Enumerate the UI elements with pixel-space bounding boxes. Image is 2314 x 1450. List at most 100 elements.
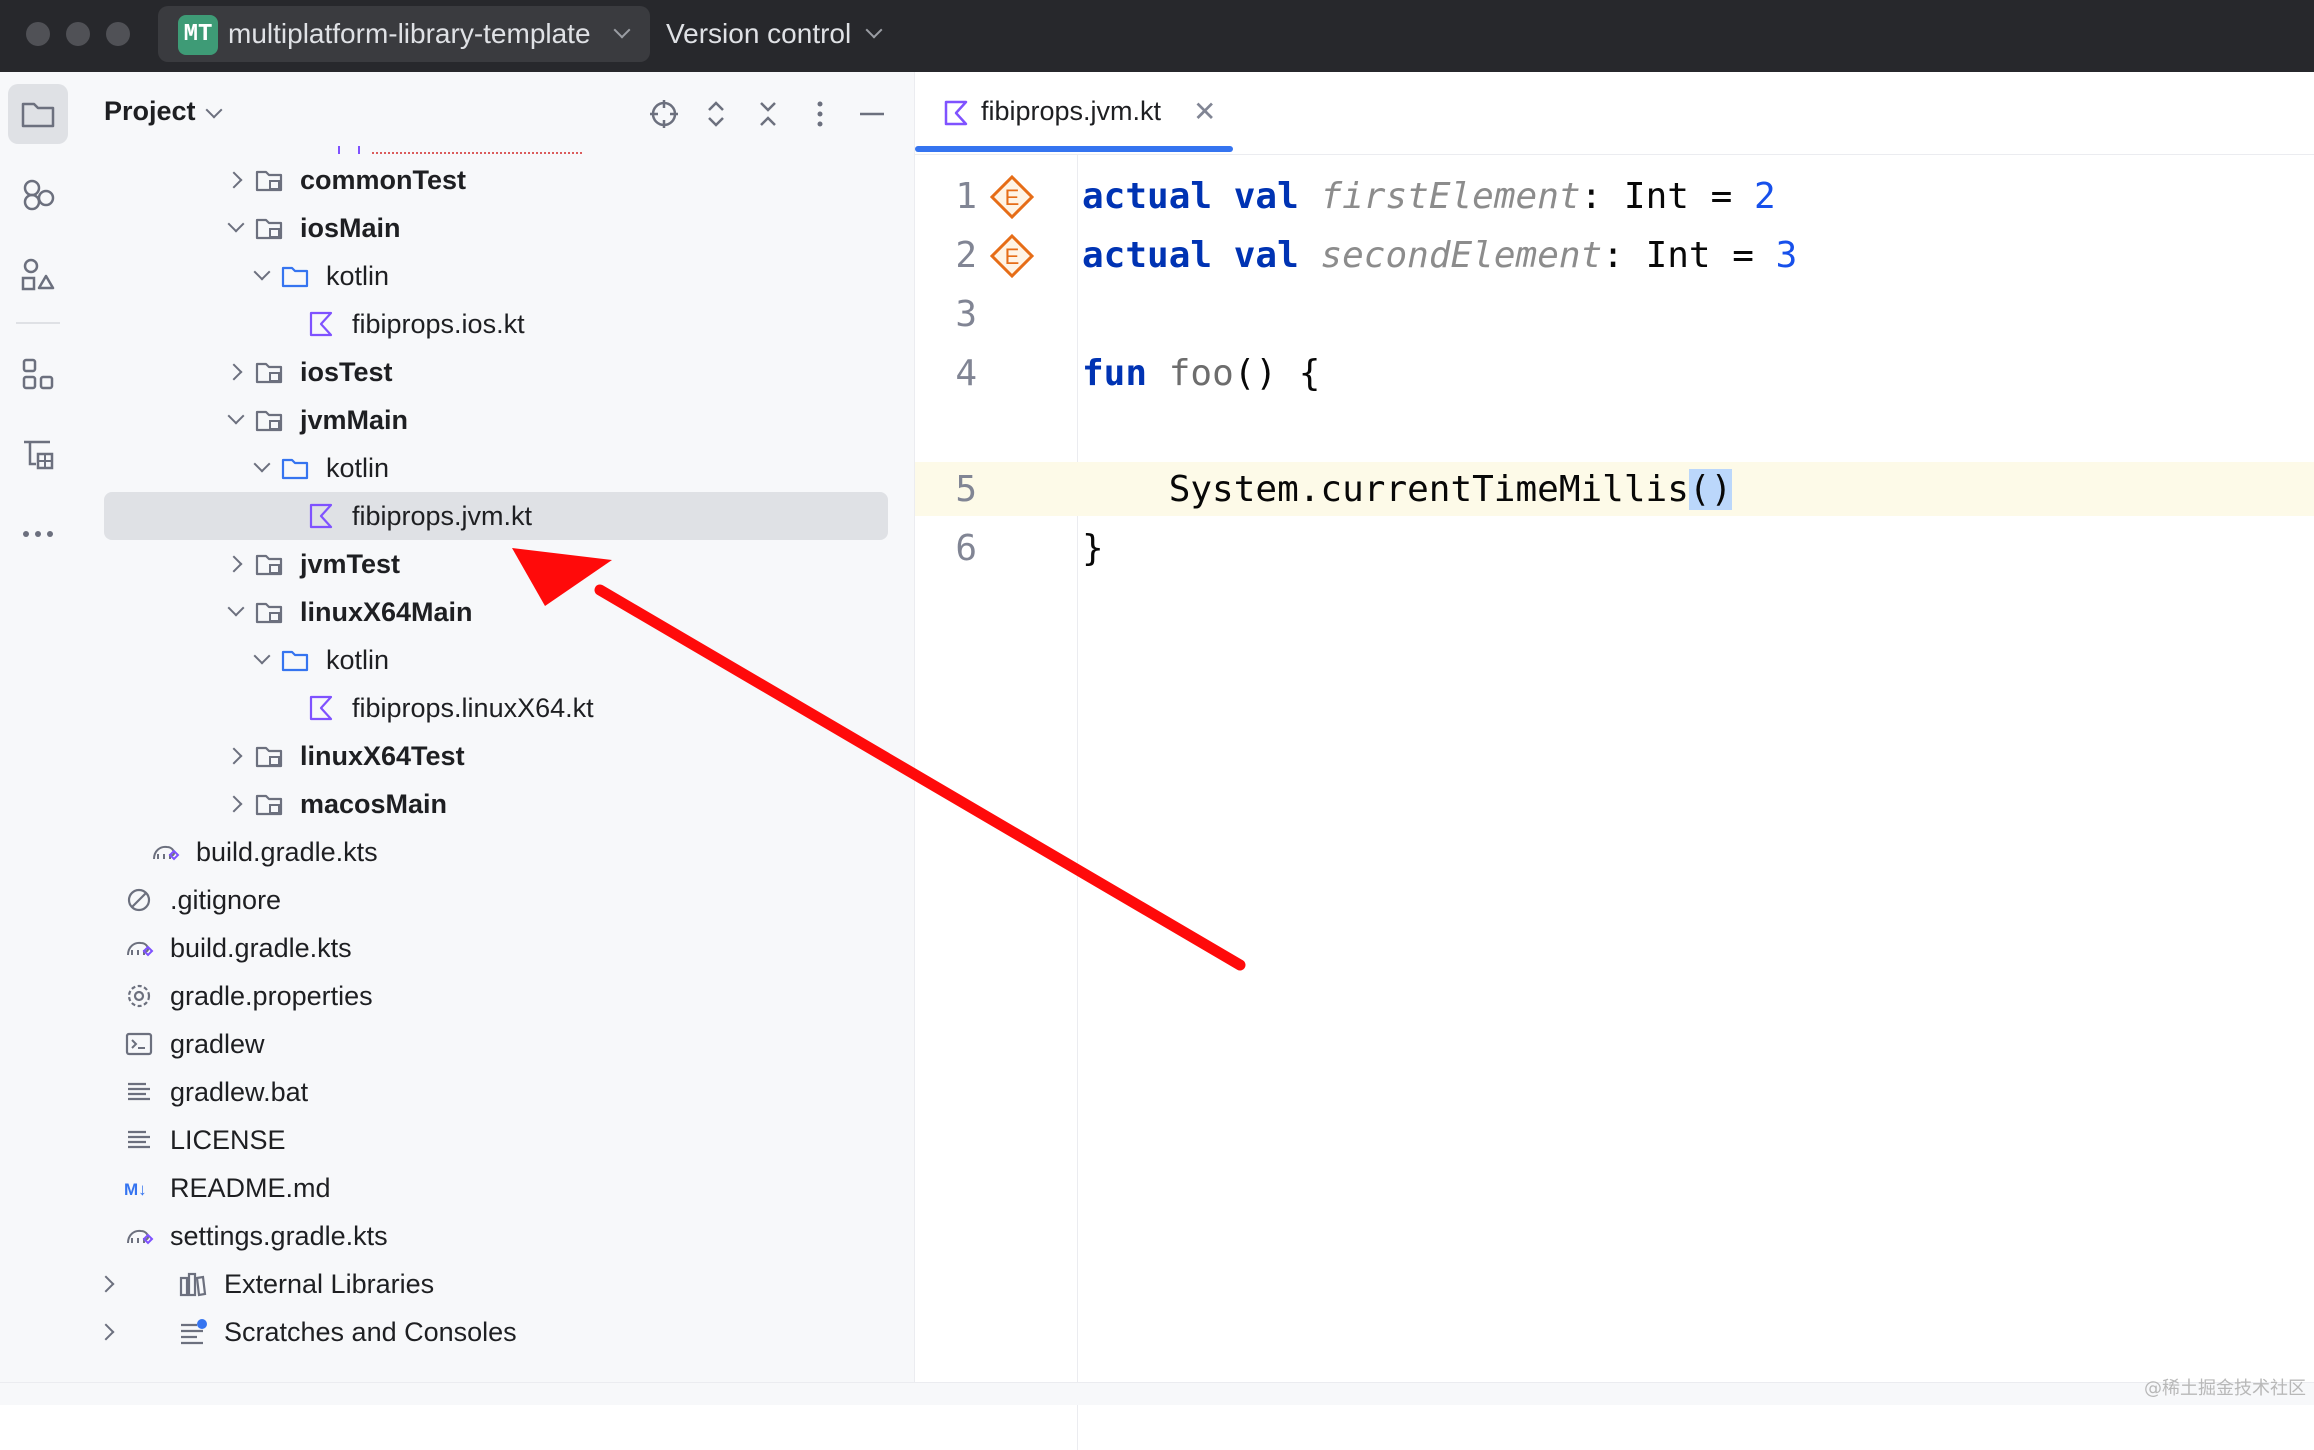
close-icon[interactable]: ✕ xyxy=(1193,98,1216,126)
tool-window-strip xyxy=(0,72,79,1404)
code-line-4[interactable]: 4 fun foo() { xyxy=(915,345,2314,403)
tree-item-label: Scratches and Consoles xyxy=(224,1317,517,1347)
collapse-all-icon[interactable] xyxy=(752,98,784,130)
expand-all-icon[interactable] xyxy=(700,98,732,130)
chevron-right-icon[interactable] xyxy=(97,1275,115,1293)
chevron-down-icon[interactable] xyxy=(253,455,271,473)
chevron-down-icon[interactable] xyxy=(227,407,245,425)
window-zoom-button[interactable] xyxy=(106,22,130,46)
tree-row[interactable]: iosTest xyxy=(78,348,914,396)
chevron-right-icon[interactable] xyxy=(97,1323,115,1341)
panel-title-chevron-down-icon[interactable] xyxy=(205,101,223,119)
tree-item-label: External Libraries xyxy=(224,1269,435,1299)
line-number: 4 xyxy=(955,353,977,394)
options-icon[interactable] xyxy=(804,98,836,130)
tree-item-label: iosMain xyxy=(300,213,401,243)
vcs-menu[interactable]: Version control xyxy=(666,16,851,52)
tree-row[interactable]: linuxX64Main xyxy=(78,588,914,636)
tree-row[interactable]: fibiprops.linuxX64.kt xyxy=(78,684,914,732)
expect-actual-marker-icon[interactable]: E xyxy=(990,175,1034,219)
tree-item-label: commonTest xyxy=(300,165,467,195)
tree-item-label: iosTest xyxy=(300,357,393,387)
tree-row[interactable]: kotlin xyxy=(78,444,914,492)
folder-icon[interactable] xyxy=(18,94,58,134)
tree-row[interactable]: settings.gradle.kts xyxy=(78,1212,914,1260)
tree-row[interactable]: fibiprops.ios.kt xyxy=(78,300,914,348)
tree-row[interactable]: macosMain xyxy=(78,780,914,828)
tree-row[interactable]: linuxX64Test xyxy=(78,732,914,780)
chevron-down-icon[interactable] xyxy=(253,647,271,665)
tree-row[interactable]: Scratches and Consoles xyxy=(78,1308,914,1356)
tree-item-label: macosMain xyxy=(300,789,448,819)
tree-row[interactable]: jvmMain xyxy=(78,396,914,444)
project-panel-title[interactable]: Project xyxy=(104,96,196,127)
tree-row[interactable]: build.gradle.kts xyxy=(78,924,914,972)
chevron-right-icon[interactable] xyxy=(225,795,243,813)
tree-item-label: kotlin xyxy=(326,261,390,291)
module-folder-icon xyxy=(255,218,283,240)
tree-row[interactable]: LICENSE xyxy=(78,1116,914,1164)
tree-item-label: gradlew xyxy=(170,1029,265,1059)
tree-row[interactable]: M↓ README.md xyxy=(78,1164,914,1212)
code-line-6[interactable]: 6 } xyxy=(915,520,2314,578)
tree-row[interactable]: External Libraries xyxy=(78,1260,914,1308)
gradle-icon xyxy=(127,1229,154,1245)
markdown-icon: M↓ xyxy=(124,1180,147,1199)
tree-item-label: fibiprops.jvm.kt xyxy=(352,501,533,531)
project-name[interactable]: multiplatform-library-template xyxy=(228,16,591,52)
code-line-5[interactable]: 5 System.currentTimeMillis() xyxy=(915,461,2314,519)
tree-row[interactable]: build.gradle.kts xyxy=(78,828,914,876)
tree-row[interactable]: kotlin xyxy=(78,252,914,300)
module-folder-icon xyxy=(255,602,283,624)
tree-row[interactable]: iosMain xyxy=(78,204,914,252)
expect-actual-marker-icon[interactable]: E xyxy=(990,234,1034,278)
tree-row[interactable]: kotlin xyxy=(78,636,914,684)
locate-icon[interactable] xyxy=(648,98,680,130)
code-text: actual val firstElement: Int = 2 xyxy=(1082,176,1776,217)
tree-item-label: linuxX64Main xyxy=(300,597,473,627)
tree-row[interactable]: gradle.properties xyxy=(78,972,914,1020)
tree-item-label: .gitignore xyxy=(170,885,282,915)
scratches-icon xyxy=(181,1319,207,1345)
chevron-right-icon[interactable] xyxy=(225,747,243,765)
chevron-right-icon[interactable] xyxy=(225,555,243,573)
window-minimize-button[interactable] xyxy=(66,22,90,46)
vcs-chevron-down-icon xyxy=(865,21,883,39)
project-panel-header: Project xyxy=(78,72,914,154)
chevron-down-icon[interactable] xyxy=(253,263,271,281)
code-line-3[interactable]: 3 xyxy=(915,286,2314,344)
commit-icon[interactable] xyxy=(18,174,58,214)
module-folder-icon xyxy=(255,794,283,816)
code-line-1[interactable]: 1 E actual val firstElement: Int = 2 xyxy=(915,168,2314,226)
tab-fibiprops-jvm[interactable]: fibiprops.jvm.kt ✕ xyxy=(915,72,1235,154)
tree-row[interactable]: fibiprops.jvm.kt xyxy=(78,492,914,540)
code-line-2[interactable]: 2 E actual val secondElement: Int = 3 xyxy=(915,227,2314,285)
tree-item-label: build.gradle.kts xyxy=(196,837,378,867)
module-folder-icon xyxy=(255,410,283,432)
window-close-button[interactable] xyxy=(26,22,50,46)
editor-tab-bar: fibiprops.jvm.kt ✕ xyxy=(915,72,2314,155)
tree-row[interactable]: .gitignore xyxy=(78,876,914,924)
tree-row[interactable]: gradlew xyxy=(78,1020,914,1068)
module-folder-icon xyxy=(255,554,283,576)
project-panel: Project commonTest iosMain kotlin fibiprops… xyxy=(78,72,915,1382)
chevron-down-icon[interactable] xyxy=(227,599,245,617)
build-icon[interactable] xyxy=(18,434,58,474)
kotlin-file-icon xyxy=(309,695,333,721)
text-lines-icon xyxy=(128,1082,150,1101)
chevron-right-icon[interactable] xyxy=(225,363,243,381)
folder-icon xyxy=(281,458,309,480)
tree-row[interactable]: commonTest xyxy=(78,156,914,204)
plugins-icon[interactable] xyxy=(18,354,58,394)
tree-item-label: gradle.properties xyxy=(170,981,373,1011)
gradle-icon xyxy=(153,845,180,861)
hide-panel-icon[interactable] xyxy=(856,98,888,130)
chevron-right-icon[interactable] xyxy=(225,171,243,189)
more-icon[interactable] xyxy=(18,514,58,554)
tree-row[interactable]: jvmTest xyxy=(78,540,914,588)
svg-text:M↓: M↓ xyxy=(124,1180,147,1199)
editor: fibiprops.jvm.kt ✕ 1 E actual val firstE… xyxy=(915,72,2314,1450)
structure-icon[interactable] xyxy=(18,254,58,294)
tree-row[interactable]: gradlew.bat xyxy=(78,1068,914,1116)
chevron-down-icon[interactable] xyxy=(227,215,245,233)
